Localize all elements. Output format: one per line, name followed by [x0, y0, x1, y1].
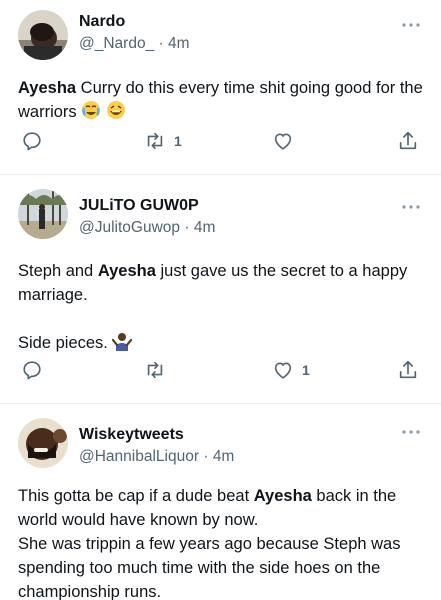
- tweet[interactable]: JULiTO GUW0P @JulitoGuwop · 4m Steph and…: [0, 175, 441, 404]
- share-icon: [399, 131, 417, 150]
- tweet-actions: 1: [0, 128, 441, 154]
- text-body: back in the: [311, 487, 397, 505]
- tweet-feed: Nardo @_Nardo_ · 4m Ayesha Curry do this…: [0, 0, 441, 600]
- text-body: world would have known by now.: [18, 511, 259, 529]
- text-body: This gotta be cap if a dude beat: [18, 487, 254, 505]
- more-icon[interactable]: [401, 202, 421, 212]
- tweet-text: Ayesha Curry do this every time shit goi…: [18, 76, 423, 127]
- handle[interactable]: @_Nardo_: [79, 35, 154, 52]
- text-body: just gave us the secret to a happy: [155, 262, 408, 280]
- like-icon: [274, 133, 292, 150]
- highlight-keyword: Ayesha: [253, 487, 312, 505]
- avatar[interactable]: [18, 418, 68, 468]
- tweet-actions: 1: [0, 357, 441, 383]
- timestamp[interactable]: 4m: [168, 35, 190, 52]
- separator: ·: [203, 448, 209, 465]
- highlight-keyword: Ayesha: [97, 262, 156, 280]
- handle-and-time[interactable]: @HannibalLiquor · 4m: [79, 448, 234, 466]
- text-body: Curry do this every time shit going good…: [18, 79, 423, 121]
- text-body: Steph and: [18, 262, 98, 280]
- reply-icon: [23, 361, 41, 380]
- share-button[interactable]: [397, 357, 419, 383]
- more-icon[interactable]: [401, 427, 421, 437]
- handle[interactable]: @JulitoGuwop: [79, 219, 180, 236]
- display-name[interactable]: JULiTO GUW0P: [79, 197, 199, 215]
- more-icon[interactable]: [401, 20, 421, 30]
- handle-and-time[interactable]: @JulitoGuwop · 4m: [79, 219, 215, 237]
- share-button[interactable]: [397, 128, 419, 154]
- retweet-button[interactable]: [144, 357, 166, 383]
- timestamp[interactable]: 4m: [194, 219, 216, 236]
- retweet-icon: [147, 361, 163, 379]
- like-icon: [274, 362, 292, 379]
- text-body: spending too much time with the side hoe…: [18, 559, 381, 577]
- text-body: She was trippin a few years ago because …: [18, 535, 401, 553]
- separator: ·: [158, 35, 164, 52]
- timestamp[interactable]: 4m: [213, 448, 235, 465]
- separator: ·: [184, 219, 190, 236]
- retweet-button[interactable]: 1: [144, 128, 182, 154]
- tweet[interactable]: Nardo @_Nardo_ · 4m Ayesha Curry do this…: [0, 0, 441, 175]
- text-body: Side pieces.: [18, 334, 113, 352]
- avatar[interactable]: [18, 189, 68, 239]
- handle-and-time[interactable]: @_Nardo_ · 4m: [79, 35, 190, 53]
- share-icon: [399, 360, 417, 379]
- retweet-icon: [147, 132, 163, 150]
- retweet-count: 1: [174, 133, 182, 149]
- like-button[interactable]: [272, 128, 294, 154]
- shrug-emoji: [112, 331, 133, 358]
- laughing-face-emoji: [106, 100, 126, 127]
- tweet[interactable]: Wiskeytweets @HannibalLiquor · 4m This g…: [0, 404, 441, 600]
- handle[interactable]: @HannibalLiquor: [79, 448, 199, 465]
- display-name[interactable]: Wiskeytweets: [79, 426, 184, 444]
- tweet-text: Steph and Ayesha just gave us the secret…: [18, 259, 423, 358]
- like-button[interactable]: 1: [272, 357, 310, 383]
- display-name[interactable]: Nardo: [79, 13, 125, 31]
- avatar[interactable]: [18, 10, 68, 60]
- highlight-keyword: Ayesha: [18, 79, 77, 97]
- reply-icon: [23, 132, 41, 151]
- reply-button[interactable]: [21, 128, 43, 154]
- text-body: marriage.: [18, 286, 88, 304]
- tweet-text: This gotta be cap if a dude beat Ayesha …: [18, 484, 423, 600]
- crying-face-emoji: [81, 100, 101, 127]
- text-body: championship runs.: [18, 583, 162, 600]
- like-count: 1: [302, 362, 310, 378]
- reply-button[interactable]: [21, 357, 43, 383]
